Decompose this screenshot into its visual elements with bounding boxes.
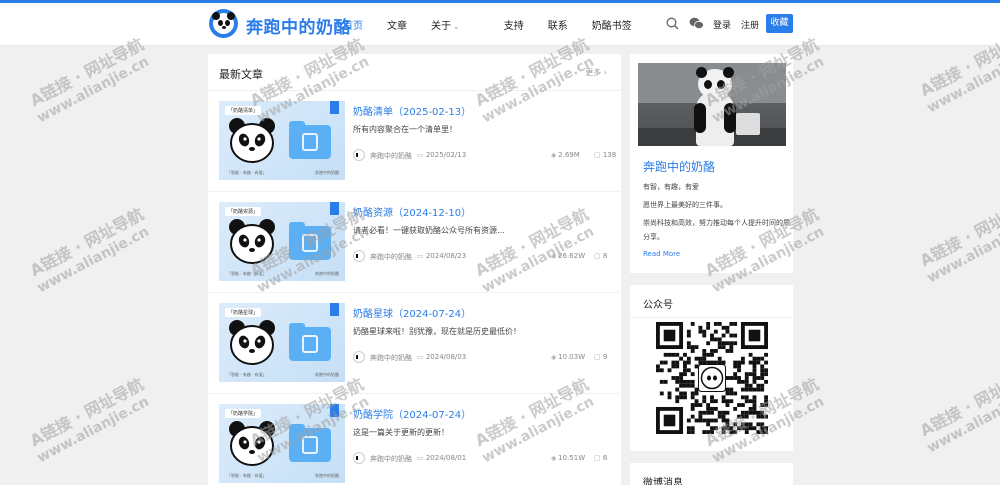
- post-excerpt: 所有内容聚合在一个清单里！: [353, 125, 457, 134]
- post-comments: 6: [594, 454, 607, 462]
- thumb-tag: 「奶酪星球」: [225, 308, 262, 317]
- post-comments: 8: [594, 252, 607, 260]
- main-nav: 首页 文章 关于 ⌄ 支持 联系 奶酪书签: [343, 17, 656, 32]
- panda-logo-icon[interactable]: [209, 9, 238, 38]
- post-title[interactable]: 奶酪资源（2024-12-10）: [353, 204, 471, 219]
- watermark: A链接 · 网址导航 www.alianjie.cn: [916, 364, 1000, 457]
- post-date: 2025/02/13: [417, 151, 466, 159]
- nav-item-about[interactable]: 关于 ⌄: [431, 17, 484, 32]
- post-item[interactable]: 「奶酪学院」「智能 · 有趣 · 有爱」 奔跑中的奶酪 奶酪学院（2024-07-2…: [208, 395, 621, 485]
- search-icon[interactable]: [666, 17, 679, 30]
- favorite-button[interactable]: 收藏: [766, 14, 793, 33]
- thumb-footer: 奔跑中的奶酪: [315, 170, 339, 175]
- profile-line: 愿世界上最美好的三件事。: [643, 201, 727, 209]
- post-author[interactable]: 奔跑中的奶酪: [370, 252, 412, 262]
- profile-card: 奔跑中的奶酪 有智，有趣，有爱 愿世界上最美好的三件事。 崇尚科技和高效，努力推…: [630, 54, 793, 273]
- avatar[interactable]: [353, 250, 365, 262]
- post-excerpt: 这是一篇关于更新的更新！: [353, 428, 449, 437]
- post-author[interactable]: 奔跑中的奶酪: [370, 151, 412, 161]
- panda-illustration: [229, 320, 275, 365]
- thumb-tag: 「奶酪清单」: [225, 106, 262, 115]
- panel-header: 最新文章 更多 ›: [208, 54, 621, 91]
- thumb-tag: 「奶酪学院」: [225, 409, 262, 418]
- latest-articles-panel: 最新文章 更多 › 「奶酪清单」 「智能 · 有趣 · 有爱」 奔跑中的奶酪 奶酪清单…: [208, 54, 621, 485]
- post-views: 26.62W: [551, 252, 585, 260]
- login-link[interactable]: 登录: [713, 18, 731, 31]
- panda-illustration: [229, 118, 275, 163]
- post-author[interactable]: 奔跑中的奶酪: [370, 353, 412, 363]
- site-header: 奔跑中的奶酪 首页 文章 关于 ⌄ 支持 联系 奶酪书签 登录 注册 收藏: [0, 3, 1000, 46]
- post-thumbnail[interactable]: 「奶酪资源」「智能 · 有趣 · 有爱」 奔跑中的奶酪: [219, 202, 345, 281]
- watermark: A链接 · 网址导航 www.alianjie.cn: [916, 194, 1000, 287]
- avatar[interactable]: [353, 149, 365, 161]
- bookmark-icon: [330, 101, 339, 114]
- post-comments: 138: [594, 151, 616, 159]
- post-title[interactable]: 奶酪星球（2024-07-24）: [353, 305, 471, 320]
- weibo-card: 微博消息: [630, 463, 793, 485]
- watermark: A链接 · 网址导航 www.alianjie.cn: [26, 204, 152, 297]
- post-title[interactable]: 奶酪清单（2025-02-13）: [353, 103, 471, 118]
- bookmark-icon: [330, 202, 339, 215]
- post-item[interactable]: 「奶酪清单」「智能 · 有趣 · 有爱」 奔跑中的奶酪 奶酪清单（2025-02-1…: [208, 92, 621, 192]
- post-item[interactable]: 「奶酪资源」「智能 · 有趣 · 有爱」 奔跑中的奶酪 奶酪资源（2024-12-1…: [208, 193, 621, 293]
- folder-icon: [289, 121, 331, 159]
- divider: [630, 317, 793, 318]
- site-title[interactable]: 奔跑中的奶酪: [246, 13, 351, 38]
- thumb-footer: 「智能 · 有趣 · 有爱」: [227, 372, 267, 377]
- bookmark-icon: [330, 303, 339, 316]
- post-item[interactable]: 「奶酪星球」「智能 · 有趣 · 有爱」 奔跑中的奶酪 奶酪星球（2024-07-2…: [208, 294, 621, 394]
- register-link[interactable]: 注册: [741, 18, 759, 31]
- read-more-link[interactable]: Read More: [643, 250, 680, 258]
- wechat-card: 公众号: [630, 285, 793, 451]
- thumb-footer: 「智能 · 有趣 · 有爱」: [227, 170, 267, 175]
- panel-title: 最新文章: [219, 68, 263, 81]
- panda-photo: [638, 63, 786, 146]
- profile-line: 崇尚科技和高效，努力推动每个人提升时间的质: [643, 219, 790, 227]
- thumb-footer: 奔跑中的奶酪: [315, 372, 339, 377]
- nav-item-home[interactable]: 首页: [343, 17, 363, 32]
- avatar[interactable]: [353, 351, 365, 363]
- folder-icon: [289, 323, 331, 361]
- nav-item-articles[interactable]: 文章: [387, 17, 407, 32]
- profile-line: 有智，有趣，有爱: [643, 183, 699, 191]
- nav-item-bookmarks[interactable]: 奶酪书签: [592, 17, 632, 32]
- chevron-down-icon: ⌄: [453, 22, 460, 31]
- qr-code: [656, 322, 768, 434]
- thumb-footer: 奔跑中的奶酪: [315, 271, 339, 276]
- wechat-icon[interactable]: [689, 17, 704, 30]
- profile-line: 分享。: [643, 233, 664, 241]
- post-excerpt: 请者必看！一键获取奶酪公众号所有资源…: [353, 226, 505, 235]
- panda-illustration: [229, 421, 275, 466]
- post-views: 10.03W: [551, 353, 585, 361]
- nav-item-contact[interactable]: 联系: [548, 17, 568, 32]
- post-date: 2024/08/03: [417, 353, 466, 361]
- post-thumbnail[interactable]: 「奶酪学院」「智能 · 有趣 · 有爱」 奔跑中的奶酪: [219, 404, 345, 483]
- post-comments: 9: [594, 353, 607, 361]
- folder-icon: [289, 222, 331, 260]
- thumb-tag: 「奶酪资源」: [225, 207, 262, 216]
- folder-icon: [289, 424, 331, 462]
- wechat-title: 公众号: [643, 300, 673, 311]
- post-date: 2024/08/23: [417, 252, 466, 260]
- weibo-title: 微博消息: [643, 478, 683, 485]
- profile-name[interactable]: 奔跑中的奶酪: [643, 158, 715, 175]
- avatar[interactable]: [353, 452, 365, 464]
- bookmark-icon: [330, 404, 339, 417]
- post-views: 10.51W: [551, 454, 585, 462]
- post-title[interactable]: 奶酪学院（2024-07-24）: [353, 406, 471, 421]
- more-link[interactable]: 更多 ›: [585, 67, 607, 78]
- post-thumbnail[interactable]: 「奶酪星球」「智能 · 有趣 · 有爱」 奔跑中的奶酪: [219, 303, 345, 382]
- panda-illustration: [229, 219, 275, 264]
- thumb-footer: 「智能 · 有趣 · 有爱」: [227, 473, 267, 478]
- post-views: 2.69M: [551, 151, 580, 159]
- post-thumbnail[interactable]: 「奶酪清单」「智能 · 有趣 · 有爱」 奔跑中的奶酪: [219, 101, 345, 180]
- post-excerpt: 奶酪星球来啦！别犹豫，现在就是历史最低价！: [353, 327, 521, 336]
- post-author[interactable]: 奔跑中的奶酪: [370, 454, 412, 464]
- thumb-footer: 「智能 · 有趣 · 有爱」: [227, 271, 267, 276]
- nav-item-support[interactable]: 支持: [504, 17, 524, 32]
- watermark: A链接 · 网址导航 www.alianjie.cn: [26, 374, 152, 467]
- thumb-footer: 奔跑中的奶酪: [315, 473, 339, 478]
- post-date: 2024/08/01: [417, 454, 466, 462]
